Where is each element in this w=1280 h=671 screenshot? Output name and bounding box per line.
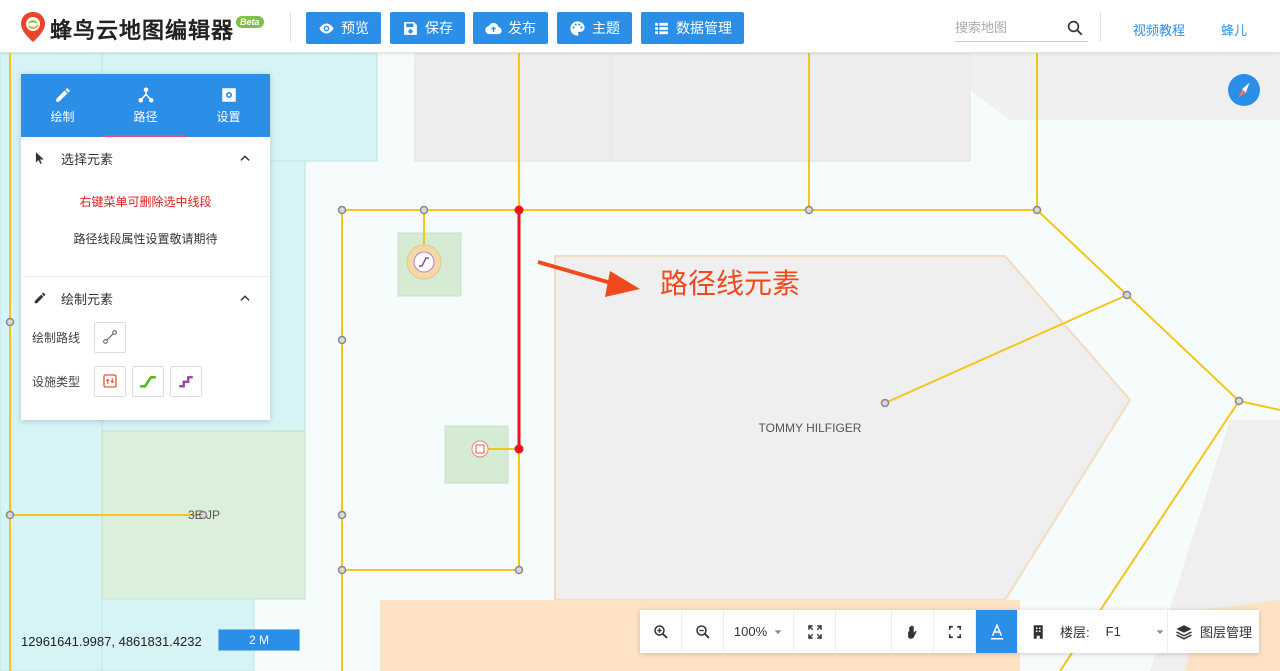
zoom-level-select[interactable]: 100% [724, 610, 794, 653]
caret-down-icon [774, 629, 782, 634]
save-label: 保存 [425, 20, 453, 36]
header-divider [290, 12, 291, 42]
facility-type-label: 设施类型 [32, 374, 81, 389]
draw-route-row: 绘制路线 [21, 319, 270, 355]
list-icon [655, 22, 668, 34]
compass-icon [1238, 82, 1250, 98]
tab-draw[interactable]: 绘制 [21, 74, 104, 137]
layer-manage-label: 图层管理 [1199, 625, 1252, 640]
floor-label: 楼层: [1060, 625, 1090, 640]
video-tutorial-link[interactable]: 视频教程 [1133, 20, 1185, 39]
zoom-out-button[interactable] [682, 610, 724, 653]
edit-panel: 绘制 路径 设置 选择元素 右键菜单可删除选中线段 路径线段属性设置敬请期待 绘… [21, 74, 270, 420]
tab-path[interactable]: 路径 [104, 74, 187, 137]
pencil-icon [55, 88, 70, 102]
selected-node[interactable] [514, 205, 524, 215]
draw-route-label: 绘制路线 [32, 330, 81, 345]
chevron-up-icon[interactable] [238, 151, 252, 165]
fit-view-button[interactable] [794, 610, 836, 653]
attribute-hint-text: 路径线段属性设置敬请期待 [73, 232, 218, 246]
theme-button[interactable]: 主题 [557, 12, 632, 44]
cloud-upload-icon [485, 22, 502, 34]
beta-badge: Beta [236, 16, 264, 28]
escalator-type-button[interactable] [132, 365, 164, 397]
app-title: 蜂鸟云地图编辑器 [50, 18, 235, 43]
fullscreen-button[interactable] [934, 610, 976, 653]
floppy-disk-icon [404, 21, 417, 35]
eye-icon [319, 23, 334, 33]
store-area[interactable] [611, 53, 971, 162]
zoom-in-icon [653, 624, 668, 639]
floor-value: F1 [1105, 624, 1121, 639]
floor-select[interactable]: 楼层: F1 [1018, 610, 1168, 653]
selected-node[interactable] [514, 444, 524, 454]
save-button[interactable]: 保存 [390, 12, 465, 44]
draw-route-button[interactable] [94, 321, 126, 353]
store-label: TOMMY HILFIGER [759, 421, 862, 435]
palette-icon [570, 20, 585, 36]
compass-button[interactable] [1228, 74, 1260, 106]
preview-label: 预览 [341, 20, 369, 36]
publish-label: 发布 [508, 20, 536, 36]
draw-section-title: 绘制元素 [61, 291, 114, 307]
tab-label: 路径 [133, 110, 158, 124]
search-input[interactable] [955, 14, 1060, 40]
zoom-out-icon [695, 624, 710, 639]
hand-icon [907, 624, 916, 639]
delete-hint-text: 右键菜单可删除选中线段 [79, 195, 212, 209]
chevron-up-icon[interactable] [238, 291, 252, 305]
zoom-level-value: 100% [733, 624, 768, 639]
fullscreen-icon [948, 625, 961, 638]
facility-type-row: 设施类型 [21, 363, 270, 399]
header-divider [1100, 12, 1101, 42]
pencil-icon [34, 292, 46, 304]
app-header: 蜂鸟云地图编辑器 Beta 预览 保存 发布 主题 数据管理 视频教程 蜂儿 [0, 0, 1280, 53]
stairs-type-button[interactable] [170, 365, 202, 397]
elevator-icon [103, 374, 117, 388]
store-area[interactable] [414, 53, 611, 162]
stairs-icon [179, 376, 193, 388]
shop-label: 3E JP [188, 508, 220, 522]
zoom-in-button[interactable] [640, 610, 682, 653]
tab-settings[interactable]: 设置 [187, 74, 270, 137]
layer-manage-button[interactable]: 图层管理 [1168, 610, 1259, 653]
coordinate-readout: 12961641.9987, 4861831.4232 [21, 634, 202, 649]
data-manage-label: 数据管理 [676, 20, 732, 36]
user-link[interactable]: 蜂儿 [1221, 20, 1247, 39]
path-element-annotation: 路径线元素 [660, 267, 801, 300]
escalator-facility-icon[interactable] [406, 244, 442, 280]
layers-icon [1176, 624, 1192, 640]
select-section-header[interactable]: 选择元素 [21, 137, 270, 179]
text-label-toggle[interactable] [976, 610, 1018, 653]
settings-icon [221, 88, 236, 102]
pan-tool-button[interactable] [892, 610, 934, 653]
draw-section-header[interactable]: 绘制元素 [21, 277, 270, 319]
preview-button[interactable]: 预览 [306, 12, 381, 44]
search-box [955, 14, 1088, 42]
route-line-icon [103, 330, 117, 344]
elevator-facility-icon[interactable] [471, 440, 489, 458]
fit-view-icon [807, 624, 822, 639]
blank-tool-button[interactable] [836, 610, 892, 653]
cursor-icon [35, 152, 44, 164]
theme-label: 主题 [592, 20, 620, 36]
text-a-icon [990, 622, 1003, 639]
data-manage-button[interactable]: 数据管理 [641, 12, 744, 44]
caret-down-icon [1156, 629, 1164, 634]
scale-bar: 2 M [218, 629, 300, 651]
tab-label: 绘制 [50, 110, 75, 124]
tab-label: 设置 [216, 110, 241, 124]
search-icon[interactable] [1066, 19, 1084, 37]
app-logo-icon [21, 12, 45, 42]
select-section-title: 选择元素 [61, 151, 114, 167]
map-toolbar: 100% 楼层: F1 图层管理 [640, 610, 1259, 653]
path-nodes-icon [138, 87, 153, 103]
elevator-type-button[interactable] [94, 365, 126, 397]
building-icon [1033, 624, 1043, 639]
panel-tabs: 绘制 路径 设置 [21, 74, 270, 137]
publish-button[interactable]: 发布 [473, 12, 548, 44]
escalator-icon [139, 375, 157, 388]
